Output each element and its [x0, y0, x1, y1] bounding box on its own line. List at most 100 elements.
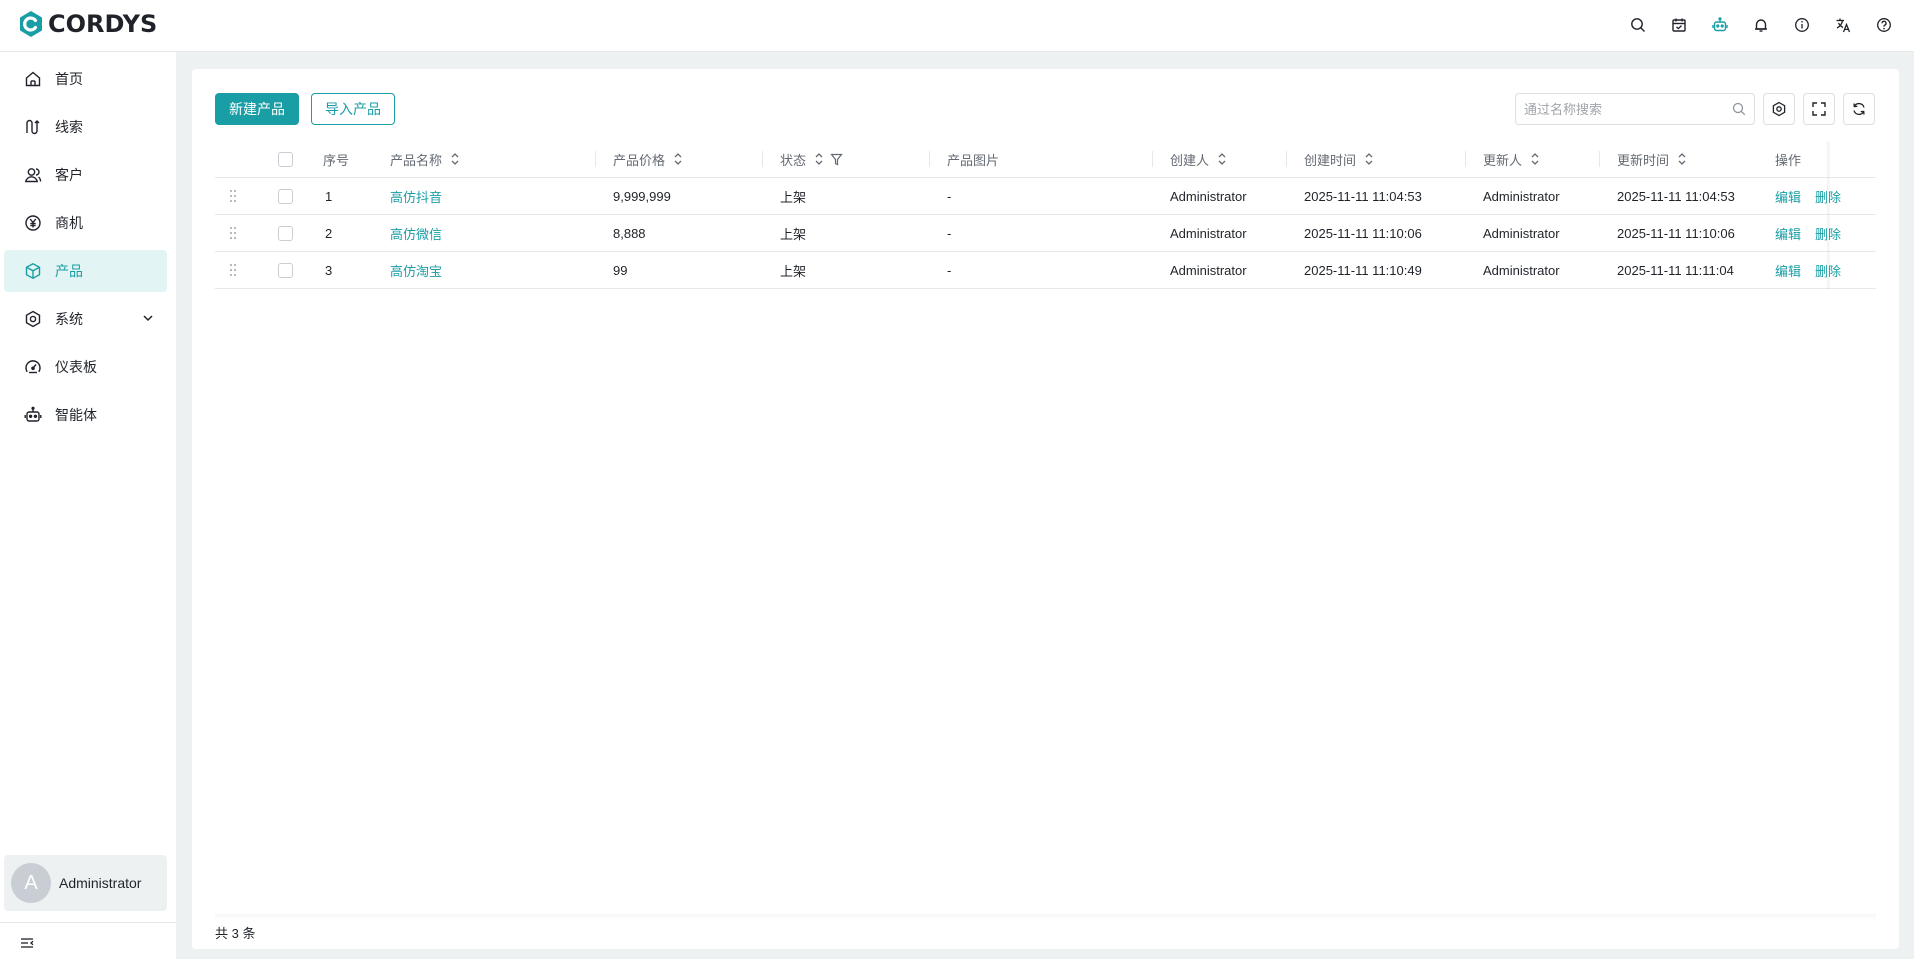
sidebar-item-customer[interactable]: 客户 — [4, 154, 167, 196]
column-divider — [929, 151, 930, 167]
table-row: 1 高仿抖音 9,999,999 上架 - Administrator 2025… — [215, 178, 1876, 215]
filter-icon[interactable] — [830, 153, 843, 166]
col-created-header[interactable]: 创建时间 — [1304, 141, 1374, 177]
refresh-button[interactable] — [1843, 93, 1875, 125]
cell-updated-time: 2025-11-11 11:04:53 — [1617, 188, 1735, 204]
cell-product-name-link[interactable]: 高仿微信 — [390, 215, 442, 251]
col-updater-label: 更新人 — [1483, 152, 1523, 168]
col-status-header[interactable]: 状态 — [780, 141, 843, 177]
cell-image: - — [947, 188, 952, 204]
column-divider — [762, 151, 763, 167]
sidebar-item-label: 系统 — [55, 311, 83, 327]
agent-icon — [24, 406, 42, 422]
cell-product-name-link[interactable]: 高仿淘宝 — [390, 252, 442, 288]
product-table: 序号 产品名称 产品价格 状态 产品图片 创建人 创建时间 更新人 更新时间 操… — [215, 141, 1876, 289]
select-all-checkbox[interactable] — [278, 151, 293, 167]
col-price-label: 产品价格 — [613, 152, 666, 168]
edit-link[interactable]: 编辑 — [1775, 187, 1801, 206]
refresh-icon — [1853, 102, 1865, 116]
row-checkbox[interactable] — [278, 262, 293, 278]
sort-icon[interactable] — [450, 152, 460, 166]
new-product-button[interactable]: 新建产品 — [215, 93, 299, 125]
sort-icon[interactable] — [673, 152, 683, 166]
cell-price: 9,999,999 — [613, 188, 671, 204]
column-settings-button[interactable] — [1763, 93, 1795, 125]
logo[interactable]: CORDYS — [18, 10, 157, 38]
top-bar: CORDYS — [0, 0, 1914, 52]
user-name: Administrator — [59, 875, 142, 891]
cell-product-name-link[interactable]: 高仿抖音 — [390, 178, 442, 214]
collapse-menu-icon[interactable] — [19, 935, 35, 951]
home-icon — [25, 71, 41, 87]
fixed-column-shadow — [1827, 141, 1831, 289]
calendar-icon[interactable] — [1667, 13, 1691, 37]
table-header: 序号 产品名称 产品价格 状态 产品图片 创建人 创建时间 更新人 更新时间 操… — [215, 141, 1876, 178]
robot-icon[interactable] — [1708, 13, 1732, 37]
col-name-header[interactable]: 产品名称 — [390, 141, 460, 177]
cell-index: 1 — [325, 188, 333, 204]
search-box[interactable] — [1515, 93, 1755, 125]
sort-icon[interactable] — [1530, 152, 1540, 166]
cell-updater: Administrator — [1483, 188, 1560, 204]
col-creator-label: 创建人 — [1170, 152, 1210, 168]
sidebar-item-dashboard[interactable]: 仪表板 — [4, 346, 167, 388]
col-price-header[interactable]: 产品价格 — [613, 141, 683, 177]
col-creator-header[interactable]: 创建人 — [1170, 141, 1227, 177]
sidebar-item-agent[interactable]: 智能体 — [4, 394, 167, 436]
col-updated-header[interactable]: 更新时间 — [1617, 141, 1687, 177]
sidebar-item-home[interactable]: 首页 — [4, 58, 167, 100]
total-count: 共 3 条 — [215, 926, 256, 941]
cell-updater: Administrator — [1483, 225, 1560, 241]
search-icon[interactable] — [1626, 13, 1650, 37]
help-icon[interactable] — [1872, 13, 1896, 37]
col-ops-header: 操作 — [1775, 152, 1802, 168]
drag-handle-icon[interactable] — [229, 189, 237, 203]
dashboard-icon — [25, 360, 41, 374]
sort-icon[interactable] — [814, 152, 824, 166]
drag-handle-icon[interactable] — [229, 226, 237, 240]
translate-icon[interactable] — [1831, 13, 1855, 37]
sort-icon[interactable] — [1217, 152, 1227, 166]
avatar: A — [11, 863, 51, 903]
search-input[interactable] — [1524, 101, 1724, 117]
column-divider — [1286, 151, 1287, 167]
column-divider — [1152, 151, 1153, 167]
sidebar-item-product[interactable]: 产品 — [4, 250, 167, 292]
opportunity-icon — [25, 215, 41, 231]
search-icon[interactable] — [1732, 102, 1746, 116]
col-image-header: 产品图片 — [947, 152, 1000, 168]
chevron-down-icon[interactable] — [141, 311, 155, 325]
sidebar-item-opportunity[interactable]: 商机 — [4, 202, 167, 244]
bell-icon[interactable] — [1749, 13, 1773, 37]
table-row: 2 高仿微信 8,888 上架 - Administrator 2025-11-… — [215, 215, 1876, 252]
fullscreen-button[interactable] — [1803, 93, 1835, 125]
sort-icon[interactable] — [1364, 152, 1374, 166]
cell-status: 上架 — [780, 226, 807, 242]
cell-creator: Administrator — [1170, 262, 1247, 278]
cell-creator: Administrator — [1170, 225, 1247, 241]
sidebar-item-clue[interactable]: 线索 — [4, 106, 167, 148]
cell-image: - — [947, 225, 952, 241]
product-list-card: 新建产品 导入产品 序号 产品名称 产品价格 状态 — [192, 69, 1899, 949]
sort-icon[interactable] — [1677, 152, 1687, 166]
col-updater-header[interactable]: 更新人 — [1483, 141, 1540, 177]
row-checkbox[interactable] — [278, 188, 293, 204]
sidebar-item-system[interactable]: 系统 — [4, 298, 167, 340]
edit-link[interactable]: 编辑 — [1775, 261, 1801, 280]
sidebar-item-label: 智能体 — [55, 407, 97, 423]
cell-price: 99 — [613, 262, 628, 278]
logo-text: CORDYS — [48, 10, 158, 38]
user-profile[interactable]: A Administrator — [4, 855, 167, 911]
row-checkbox[interactable] — [278, 225, 293, 241]
drag-handle-icon[interactable] — [229, 263, 237, 277]
cell-created-time: 2025-11-11 11:10:49 — [1304, 262, 1422, 278]
info-icon[interactable] — [1790, 13, 1814, 37]
cell-created-time: 2025-11-11 11:10:06 — [1304, 225, 1422, 241]
col-index-header: 序号 — [323, 152, 350, 168]
edit-link[interactable]: 编辑 — [1775, 224, 1801, 243]
cell-index: 2 — [325, 225, 333, 241]
column-divider — [1465, 151, 1466, 167]
cell-creator: Administrator — [1170, 188, 1247, 204]
import-product-button[interactable]: 导入产品 — [311, 93, 395, 125]
gear-icon — [1772, 101, 1786, 117]
